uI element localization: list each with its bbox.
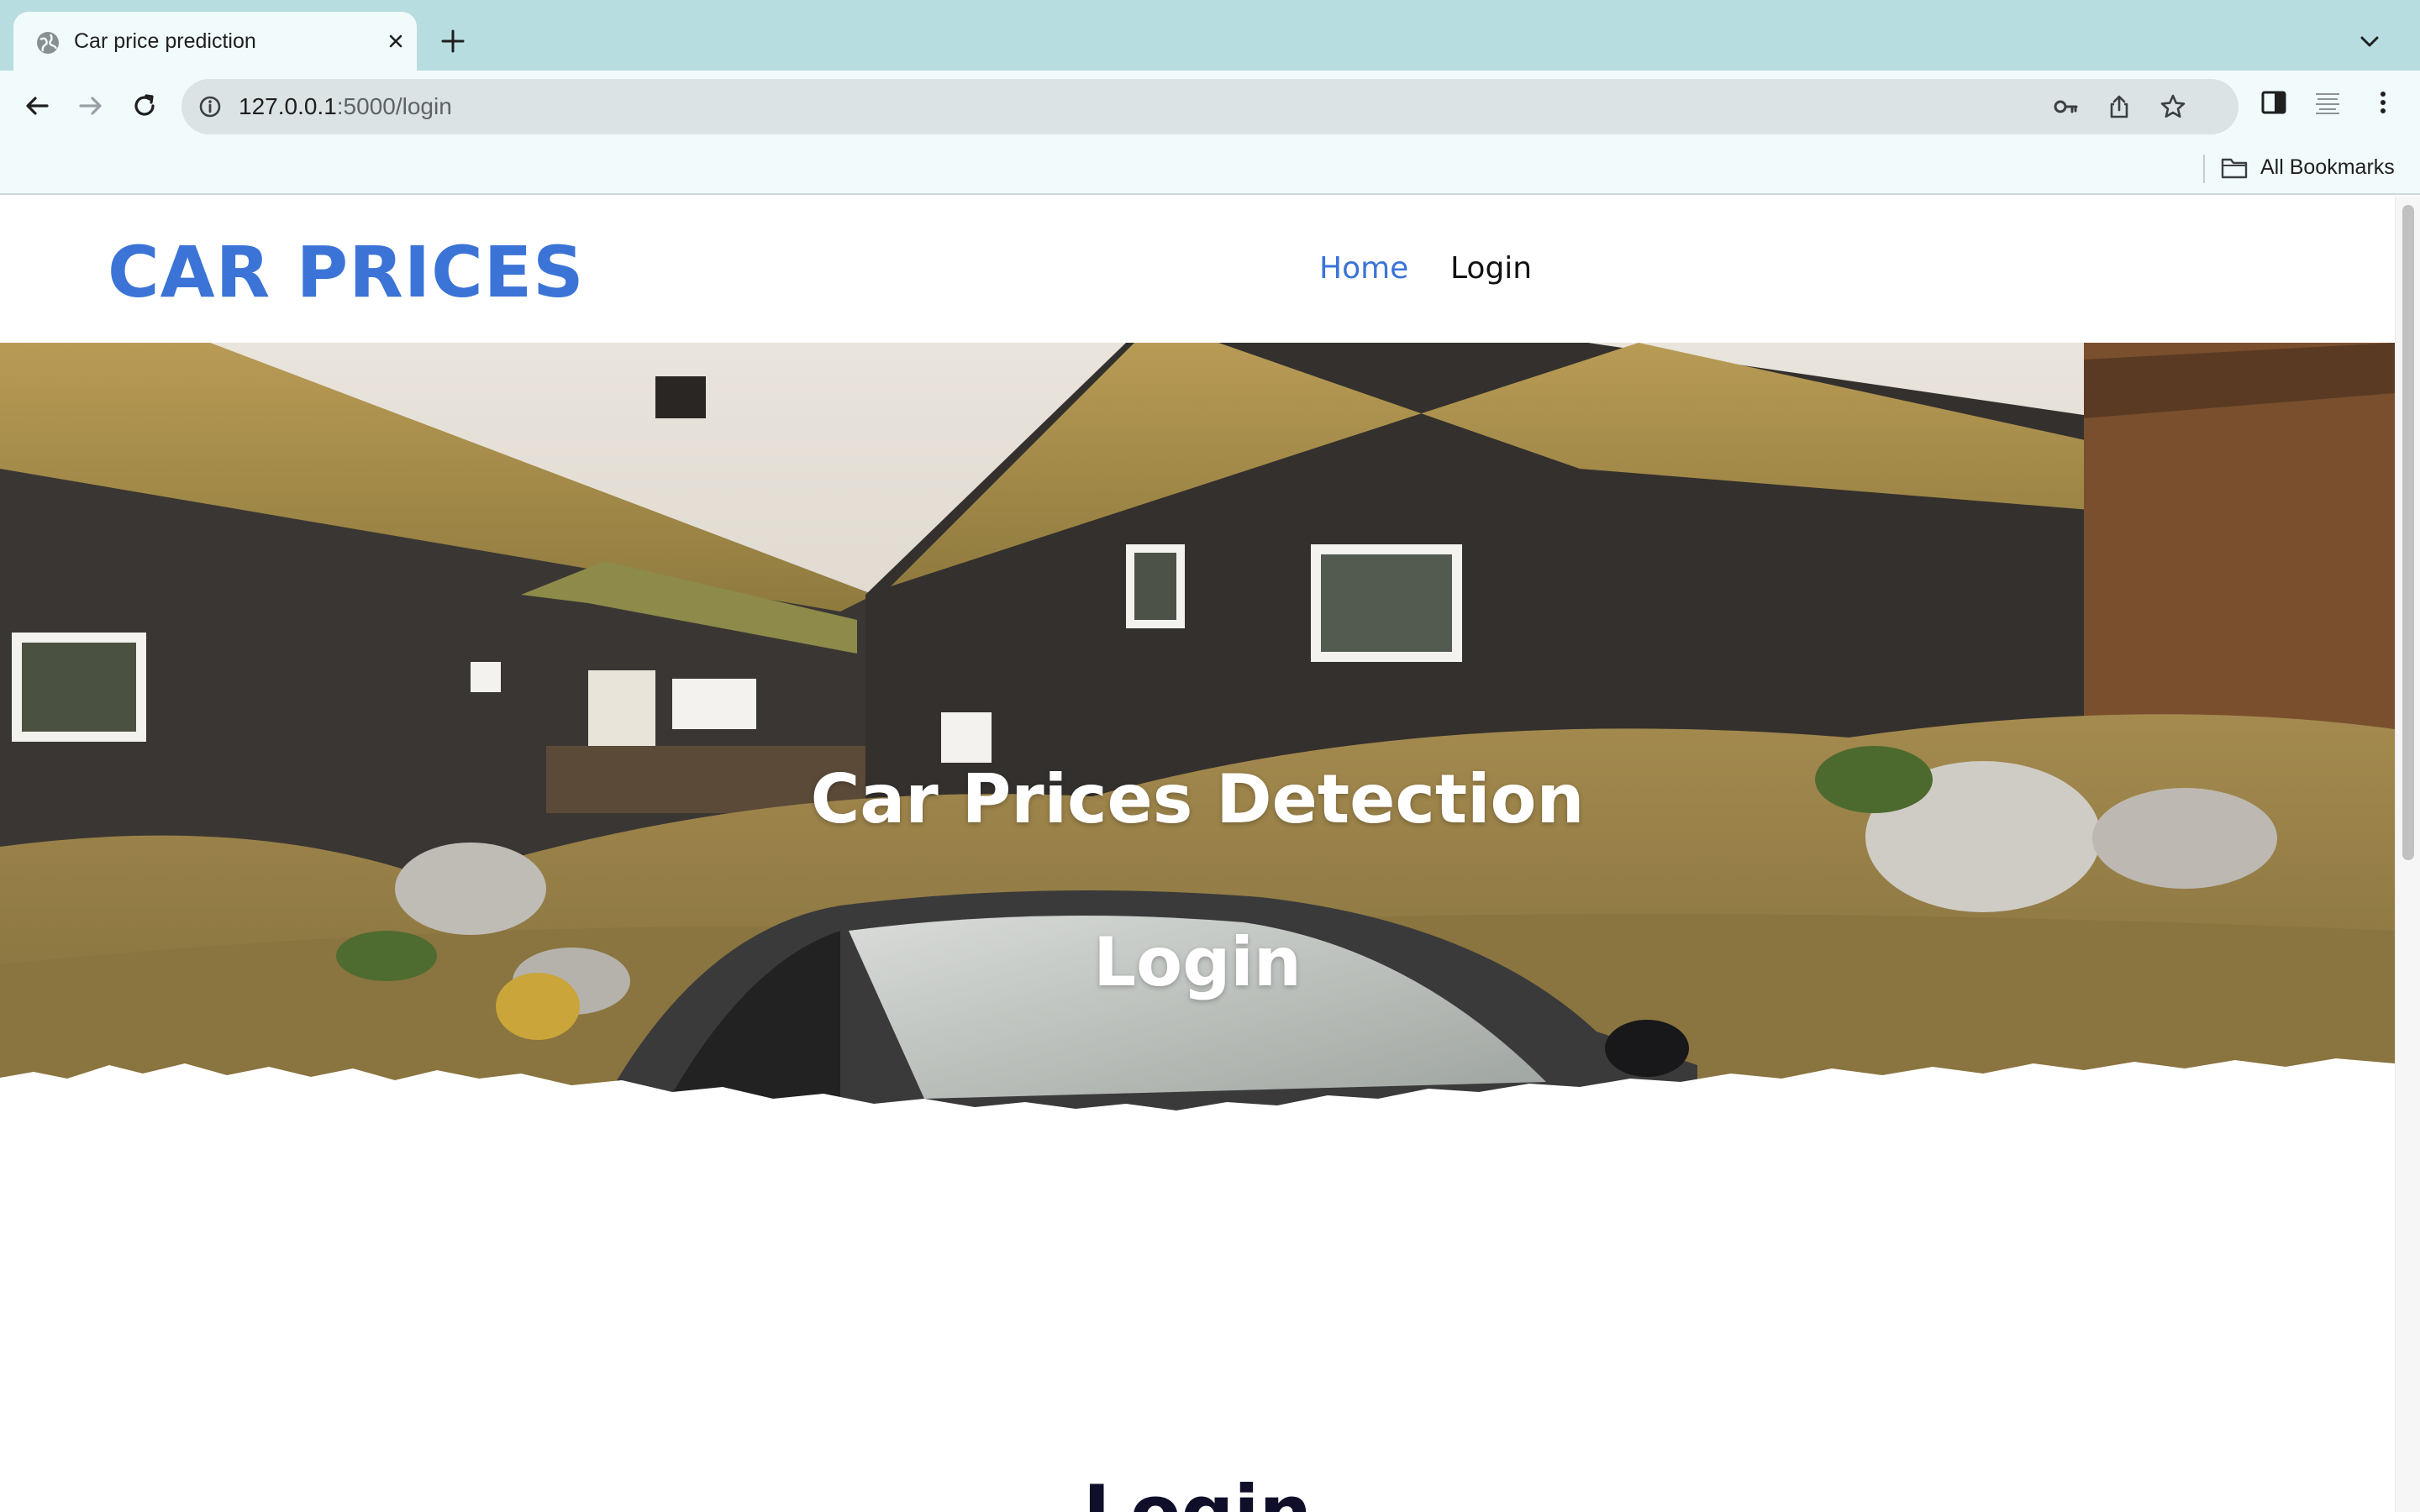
login-section-heading: Login [0,1467,2395,1512]
site-logo[interactable]: CAR PRICES [108,230,585,314]
plus-icon[interactable] [439,27,467,55]
nav-home-link[interactable]: Home [1319,249,1408,289]
scrollbar-thumb[interactable] [2402,205,2414,860]
page-viewport: CAR PRICES Home Login Car Prices Detecti… [0,197,2420,1512]
site-header: CAR PRICES Home Login [0,197,2395,343]
side-panel-icon[interactable] [2259,87,2289,118]
browser-toolbar: 127.0.0.1:5000/login [0,71,2420,141]
bookmarks-bar: All Bookmarks [0,141,2420,195]
key-icon[interactable] [2052,93,2079,120]
folder-icon[interactable] [2220,156,2249,180]
tab-title: Car price prediction [74,29,256,53]
extension-icon[interactable] [2312,87,2343,118]
hero-background-image [0,343,2395,1149]
back-arrow-icon[interactable] [20,89,54,123]
hero-banner: Car Prices Detection Login [0,343,2395,1149]
hero-title: Car Prices Detection [810,760,1585,838]
url-text[interactable]: 127.0.0.1:5000/login [239,91,452,123]
browser-tab[interactable]: Car price prediction [13,12,417,71]
kebab-menu-icon[interactable] [2368,87,2398,118]
all-bookmarks-button[interactable]: All Bookmarks [2260,153,2395,181]
browser-tabstrip: Car price prediction [0,0,2420,71]
address-bar[interactable]: 127.0.0.1:5000/login [182,79,2238,134]
star-icon[interactable] [2160,93,2186,120]
globe-icon [37,32,59,54]
bookmarks-separator [2203,155,2205,183]
hero-subtitle: Login [1093,923,1302,1001]
chevron-down-icon[interactable] [2356,30,2383,54]
share-icon[interactable] [2106,93,2133,120]
reload-icon[interactable] [128,89,161,123]
url-host: 127.0.0.1 [239,93,337,119]
url-path: :5000/login [336,93,452,119]
page-scrollbar[interactable] [2395,197,2420,1512]
info-icon[interactable] [197,93,224,120]
nav-login-link[interactable]: Login [1450,249,1532,289]
close-icon[interactable] [383,29,408,54]
forward-arrow-icon[interactable] [74,89,108,123]
